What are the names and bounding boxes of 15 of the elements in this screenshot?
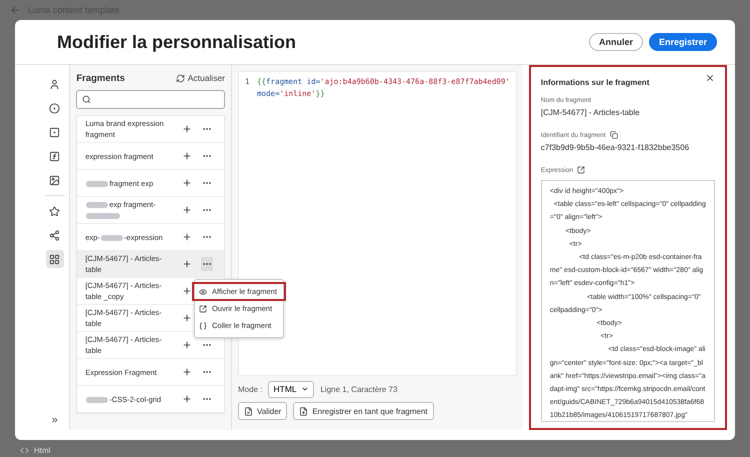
dialog-title: Modifier la personnalisation xyxy=(57,32,296,52)
cancel-button[interactable]: Annuler xyxy=(588,33,643,51)
save-fragment-button[interactable]: Enregistrer en tant que fragment xyxy=(293,402,434,420)
block-label: Html xyxy=(34,446,50,454)
fragment-name: [CJM-54677] - Articles-table xyxy=(540,108,641,117)
fragment-id: c7f3b9d9-9b5b-46ea-9321-f1832bbe3506 xyxy=(540,143,690,152)
panel-title: Informations sur le fragment xyxy=(540,78,650,87)
validate-button[interactable]: Valider xyxy=(238,402,288,420)
mode-select[interactable]: HTML xyxy=(268,380,314,398)
save-button[interactable]: Enregistrer xyxy=(648,33,717,51)
cursor-position: Ligne 1, Caractère 73 xyxy=(320,384,398,394)
expand-button[interactable]: » xyxy=(52,414,58,426)
mode-label: Mode : xyxy=(238,384,262,394)
refresh-button[interactable]: Actualiser xyxy=(176,73,226,83)
panel-title: Fragments xyxy=(76,72,125,84)
